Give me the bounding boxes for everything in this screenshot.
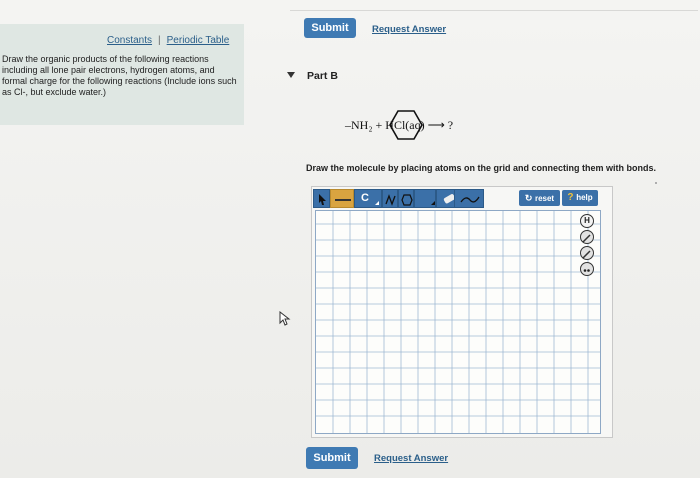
instructions-panel: Constants | Periodic Table Draw the organi… <box>0 24 244 125</box>
drawing-prompt: Draw the molecule by placing atoms on th… <box>306 163 657 173</box>
positive-charge-icon[interactable] <box>580 230 594 244</box>
submit-button-bottom[interactable]: Submit <box>306 447 358 469</box>
instructions-text: Draw the organic products of the followi… <box>2 54 237 97</box>
help-button[interactable]: ? help <box>562 190 598 206</box>
lone-pair-icon[interactable] <box>580 262 594 276</box>
reaction-equation: –NH₂ + HCl(aq) ⟶ ? <box>345 118 454 132</box>
constants-link[interactable]: Constants <box>107 35 152 46</box>
divider <box>290 10 698 11</box>
hydrogen-atom-label: H <box>584 216 590 225</box>
reset-icon: ↻ <box>524 193 535 203</box>
submit-button-top[interactable]: Submit <box>304 18 356 38</box>
mouse-cursor-icon <box>279 311 291 326</box>
negative-charge-icon[interactable] <box>580 246 594 260</box>
periodic-table-link[interactable]: Periodic Table <box>167 35 230 46</box>
page: Constants | Periodic Table Draw the organi… <box>0 0 700 478</box>
help-label: help <box>576 193 593 202</box>
drawing-grid[interactable] <box>315 210 601 434</box>
bond-tool-icon[interactable] <box>330 189 354 208</box>
link-separator: | <box>158 35 161 46</box>
request-answer-link-bottom[interactable]: Request Answer <box>374 453 448 464</box>
request-answer-link-top[interactable]: Request Answer <box>372 24 446 35</box>
help-icon: ? <box>567 192 577 203</box>
reset-label: reset <box>534 194 555 203</box>
collapse-triangle-icon[interactable] <box>287 72 295 78</box>
template-tool-icon[interactable] <box>414 189 436 208</box>
select-tool-icon[interactable] <box>313 189 330 208</box>
carbon-atom-tool[interactable]: C <box>354 189 382 208</box>
part-title[interactable]: Part B <box>307 70 338 82</box>
hydrogen-atom-button[interactable]: H <box>580 214 594 228</box>
reset-button[interactable]: ↻ reset <box>519 190 560 206</box>
resource-links: Constants | Periodic Table <box>107 35 229 46</box>
stray-dot <box>655 182 657 184</box>
ring-tool-icon[interactable] <box>398 189 414 208</box>
arrow-tool-icon[interactable] <box>454 189 484 208</box>
chain-tool-icon[interactable] <box>382 189 398 208</box>
